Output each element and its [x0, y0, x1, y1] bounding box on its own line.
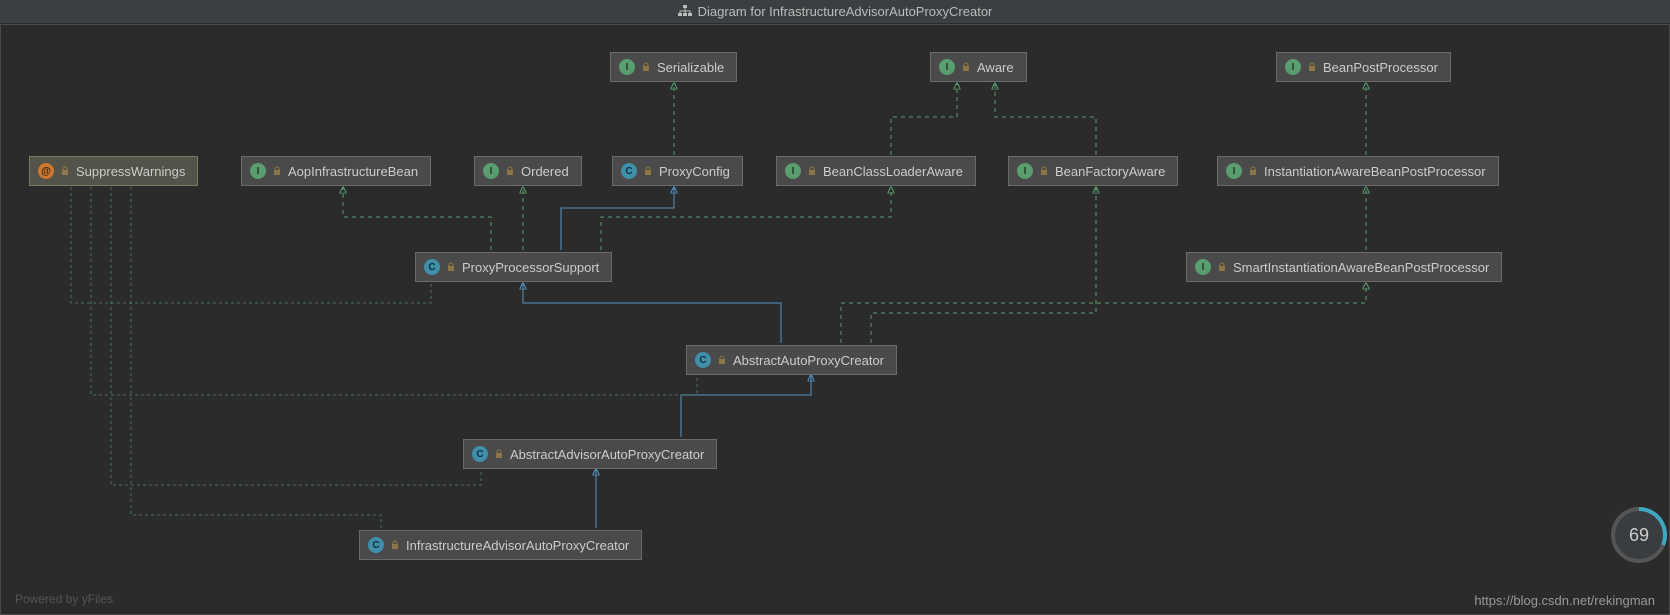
node-proxyconfig[interactable]: C ProxyConfig — [612, 156, 743, 186]
interface-icon: I — [1017, 163, 1033, 179]
hierarchy-icon — [678, 1, 692, 25]
node-label: Serializable — [657, 60, 724, 75]
interface-icon: I — [939, 59, 955, 75]
lock-icon — [494, 449, 504, 459]
node-label: Ordered — [521, 164, 569, 179]
progress-ring: 69 — [1609, 505, 1669, 565]
lock-icon — [961, 62, 971, 72]
node-label: BeanFactoryAware — [1055, 164, 1165, 179]
node-infrastructureadvisorautoproxycreator[interactable]: C InfrastructureAdvisorAutoProxyCreator — [359, 530, 642, 560]
class-icon: C — [424, 259, 440, 275]
interface-icon: I — [483, 163, 499, 179]
watermark-url: https://blog.csdn.net/rekingman — [1474, 593, 1655, 608]
lock-icon — [390, 540, 400, 550]
node-beanclassloaderaware[interactable]: I BeanClassLoaderAware — [776, 156, 976, 186]
lock-icon — [1039, 166, 1049, 176]
lock-icon — [60, 166, 70, 176]
node-label: ProxyProcessorSupport — [462, 260, 599, 275]
interface-icon: I — [1226, 163, 1242, 179]
node-instantiationawarebpp[interactable]: I InstantiationAwareBeanPostProcessor — [1217, 156, 1499, 186]
interface-icon: I — [785, 163, 801, 179]
node-ordered[interactable]: I Ordered — [474, 156, 582, 186]
node-label: Aware — [977, 60, 1014, 75]
interface-icon: I — [1195, 259, 1211, 275]
lock-icon — [1217, 262, 1227, 272]
progress-value: 69 — [1629, 525, 1649, 545]
node-label: BeanPostProcessor — [1323, 60, 1438, 75]
class-icon: C — [695, 352, 711, 368]
lock-icon — [446, 262, 456, 272]
lock-icon — [643, 166, 653, 176]
node-abstractautoproxycreator[interactable]: C AbstractAutoProxyCreator — [686, 345, 897, 375]
class-icon: C — [472, 446, 488, 462]
diagram-canvas[interactable]: I Serializable I Aware I BeanPostProcess… — [0, 24, 1670, 615]
lock-icon — [717, 355, 727, 365]
node-serializable[interactable]: I Serializable — [610, 52, 737, 82]
interface-icon: I — [250, 163, 266, 179]
annotation-icon: @ — [38, 163, 54, 179]
node-label: SmartInstantiationAwareBeanPostProcessor — [1233, 260, 1489, 275]
node-beanpostprocessor[interactable]: I BeanPostProcessor — [1276, 52, 1451, 82]
node-label: AopInfrastructureBean — [288, 164, 418, 179]
lock-icon — [1248, 166, 1258, 176]
class-icon: C — [368, 537, 384, 553]
node-suppresswarnings[interactable]: @ SuppressWarnings — [29, 156, 198, 186]
powered-by-label: Powered by yFiles — [15, 592, 113, 606]
class-icon: C — [621, 163, 637, 179]
node-smartinstantiationawarebpp[interactable]: I SmartInstantiationAwareBeanPostProcess… — [1186, 252, 1502, 282]
lock-icon — [1307, 62, 1317, 72]
node-label: AbstractAdvisorAutoProxyCreator — [510, 447, 704, 462]
node-label: AbstractAutoProxyCreator — [733, 353, 884, 368]
lock-icon — [505, 166, 515, 176]
node-beanfactoryaware[interactable]: I BeanFactoryAware — [1008, 156, 1178, 186]
lock-icon — [272, 166, 282, 176]
node-proxyprocessorsupport[interactable]: C ProxyProcessorSupport — [415, 252, 612, 282]
edges-layer — [1, 25, 1669, 614]
node-aware[interactable]: I Aware — [930, 52, 1027, 82]
node-label: BeanClassLoaderAware — [823, 164, 963, 179]
lock-icon — [641, 62, 651, 72]
interface-icon: I — [619, 59, 635, 75]
interface-icon: I — [1285, 59, 1301, 75]
node-label: ProxyConfig — [659, 164, 730, 179]
node-abstractadvisorautoproxycreator[interactable]: C AbstractAdvisorAutoProxyCreator — [463, 439, 717, 469]
node-label: SuppressWarnings — [76, 164, 185, 179]
title-bar: Diagram for InfrastructureAdvisorAutoPro… — [0, 0, 1670, 24]
lock-icon — [807, 166, 817, 176]
node-label: InstantiationAwareBeanPostProcessor — [1264, 164, 1486, 179]
node-aopinfrastructurebean[interactable]: I AopInfrastructureBean — [241, 156, 431, 186]
title-text: Diagram for InfrastructureAdvisorAutoPro… — [698, 4, 993, 19]
node-label: InfrastructureAdvisorAutoProxyCreator — [406, 538, 629, 553]
